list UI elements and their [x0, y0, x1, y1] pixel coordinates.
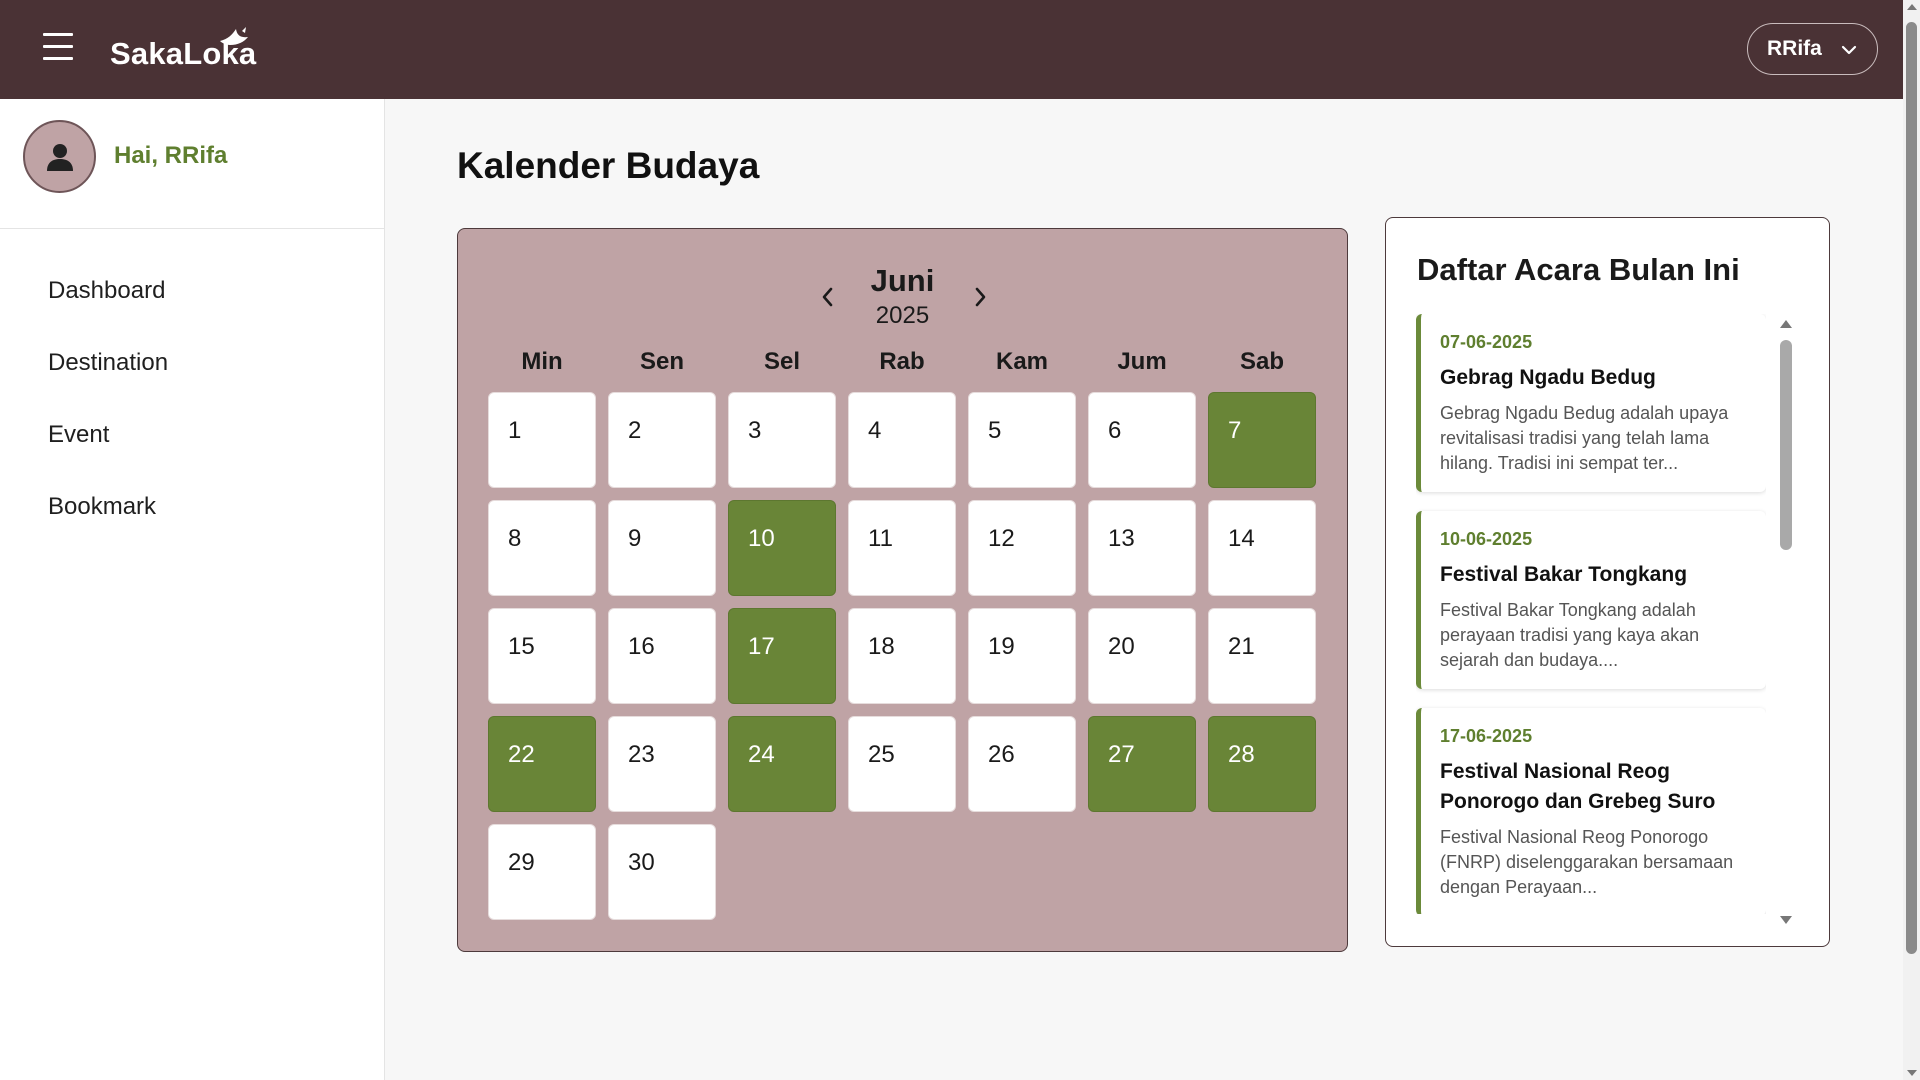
calendar-day-event[interactable]: 27 — [1088, 716, 1196, 812]
weekday-label: Jum — [1117, 348, 1167, 375]
calendar-day[interactable]: 18 — [848, 608, 956, 704]
top-navbar: SakaLoka RRifa — [0, 0, 1903, 99]
user-menu-dropdown[interactable]: RRifa — [1747, 23, 1878, 75]
event-date: 07-06-2025 — [1440, 332, 1533, 352]
event-name: Festival Nasional Reog Ponorogo dan Greb… — [1440, 760, 1716, 813]
calendar-day[interactable]: 13 — [1088, 500, 1196, 596]
avatar[interactable] — [23, 120, 96, 193]
event-card[interactable]: 17-06-2025 Festival Nasional Reog Ponorog… — [1416, 708, 1766, 914]
calendar-day[interactable]: 8 — [488, 500, 596, 596]
event-card[interactable]: 10-06-2025 Festival Bakar Tongkang Festiva… — [1416, 511, 1766, 689]
event-name: Gebrag Ngadu Bedug — [1440, 366, 1656, 389]
calendar-day[interactable]: 29 — [488, 824, 596, 920]
calendar-day[interactable]: 21 — [1208, 608, 1316, 704]
calendar-day[interactable]: 15 — [488, 608, 596, 704]
bird-logo-icon — [220, 27, 248, 45]
calendar-day-grid: 1 2 3 4 5 6 7 8 9 10 11 12 13 14 15 16 17 18 19 20 21 22 23 24 2… — [488, 392, 1320, 920]
page-title: Kalender Budaya — [457, 145, 760, 186]
scroll-up-arrow-icon[interactable] — [1780, 320, 1792, 328]
scroll-down-arrow-icon[interactable] — [1907, 1070, 1917, 1076]
events-list-scrollbar[interactable] — [1779, 318, 1793, 924]
event-date: 10-06-2025 — [1440, 529, 1533, 549]
events-panel-title: Daftar Acara Bulan Ini — [1417, 252, 1740, 287]
calendar-day[interactable]: 19 — [968, 608, 1076, 704]
scroll-up-arrow-icon[interactable] — [1907, 4, 1917, 10]
calendar-day-event[interactable]: 17 — [728, 608, 836, 704]
calendar: Juni 2025 Min Sen Sel Rab Kam Jum Sab 12345678… — [457, 228, 1348, 952]
calendar-month: Juni — [870, 263, 935, 298]
user-icon — [46, 143, 73, 171]
calendar-day[interactable]: 12 — [968, 500, 1076, 596]
month-navigation: Juni 2025 — [458, 263, 1347, 333]
calendar-day[interactable]: 26 — [968, 716, 1076, 812]
calendar-day-event[interactable]: 10 — [728, 500, 836, 596]
calendar-day-event[interactable]: 7 — [1208, 392, 1316, 488]
calendar-day-event[interactable]: 28 — [1208, 716, 1316, 812]
weekday-label: Kam — [995, 348, 1049, 375]
events-panel: Daftar Acara Bulan Ini 07-06-2025 Gebrag … — [1385, 217, 1830, 947]
calendar-day[interactable]: 1 — [488, 392, 596, 488]
events-list[interactable]: 07-06-2025 Gebrag Ngadu Bedug Gebrag Ngadu… — [1416, 314, 1766, 914]
sidebar-item-bookmark[interactable]: Bookmark — [0, 471, 384, 543]
calendar-day[interactable]: 9 — [608, 500, 716, 596]
calendar-day[interactable]: 25 — [848, 716, 956, 812]
calendar-day[interactable]: 16 — [608, 608, 716, 704]
sidebar: Hai, RRifa Dashboard Destination Event B… — [0, 99, 385, 1080]
event-date: 17-06-2025 — [1440, 726, 1533, 746]
user-menu-label: RRifa — [1767, 37, 1822, 60]
calendar-day[interactable]: 30 — [608, 824, 716, 920]
calendar-day[interactable]: 5 — [968, 392, 1076, 488]
sidebar-item-event[interactable]: Event — [0, 399, 384, 471]
scroll-down-arrow-icon[interactable] — [1780, 916, 1792, 924]
calendar-day[interactable]: 11 — [848, 500, 956, 596]
weekday-label: Sab — [1239, 348, 1284, 375]
calendar-day[interactable]: 20 — [1088, 608, 1196, 704]
weekday-label: Min — [521, 348, 563, 375]
sidebar-profile: Hai, RRifa — [0, 99, 384, 229]
weekday-label: Rab — [879, 348, 925, 375]
calendar-day[interactable]: 2 — [608, 392, 716, 488]
sidebar-item-destination[interactable]: Destination — [0, 327, 384, 399]
event-card[interactable]: 07-06-2025 Gebrag Ngadu Bedug Gebrag Ngadu… — [1416, 314, 1766, 492]
calendar-day[interactable]: 4 — [848, 392, 956, 488]
weekday-label: Sen — [639, 348, 684, 375]
calendar-year: 2025 — [875, 302, 930, 329]
calendar-day[interactable]: 3 — [728, 392, 836, 488]
scrollbar-thumb[interactable] — [1780, 340, 1792, 550]
weekday-label: Sel — [763, 348, 801, 375]
calendar-day[interactable]: 14 — [1208, 500, 1316, 596]
event-description: Festival Bakar Tongkang adalah perayaan … — [1440, 600, 1700, 670]
event-description: Gebrag Ngadu Bedug adalah upaya revitali… — [1440, 403, 1729, 473]
greeting-text: Hai, RRifa — [114, 142, 228, 169]
chevron-down-icon — [1841, 45, 1857, 55]
scrollbar-thumb[interactable] — [1906, 22, 1917, 954]
sidebar-nav: Dashboard Destination Event Bookmark — [0, 229, 384, 543]
chevron-right-icon[interactable] — [966, 283, 994, 311]
calendar-day[interactable]: 23 — [608, 716, 716, 812]
weekday-header-row: Min Sen Sel Rab Kam Jum Sab — [488, 348, 1320, 376]
event-name: Festival Bakar Tongkang — [1440, 563, 1688, 586]
calendar-day-event[interactable]: 24 — [728, 716, 836, 812]
calendar-day-event[interactable]: 22 — [488, 716, 596, 812]
hamburger-menu-icon[interactable] — [43, 33, 73, 65]
event-description: Festival Nasional Reog Ponorogo (FNRP) d… — [1440, 827, 1734, 897]
calendar-day[interactable]: 6 — [1088, 392, 1196, 488]
sidebar-item-dashboard[interactable]: Dashboard — [0, 255, 384, 327]
page-scrollbar[interactable] — [1903, 0, 1920, 1080]
